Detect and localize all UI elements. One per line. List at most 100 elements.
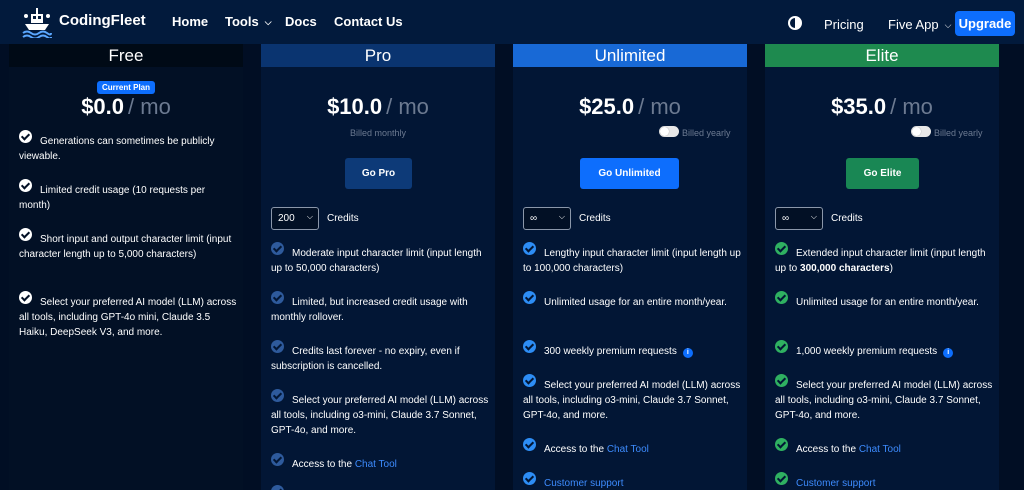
plan-card-elite: Elite $35.0/ mo Billed yearly Go Elite ∞… [765,44,999,490]
billing-toggle[interactable] [659,126,679,137]
credits-select[interactable]: ∞ ⌵ [775,207,823,230]
feature-item: Access to the Chat Tool [271,453,489,472]
credits-row: ∞ ⌵ Credits [523,207,611,230]
check-circle-icon [523,242,536,255]
price-amount: $10.0 [327,94,383,119]
billing-note: Billed monthly [349,128,407,138]
billing-toggle[interactable] [911,126,931,137]
feature-text: Extended input character limit (input le… [775,246,993,276]
feature-item: Customer support [775,472,993,490]
feature-text: Select your preferred AI model (LLM) acr… [775,380,993,421]
go-unlimited-button[interactable]: Go Unlimited [580,158,679,189]
feature-text: Generations can sometimes be publicly vi… [19,136,215,162]
info-icon[interactable]: i [943,348,954,358]
credits-row: ∞ ⌵ Credits [775,207,863,230]
chevron-down-icon: ⌵ [944,20,952,30]
feature-text-bold: 300,000 characters [800,263,890,274]
price-period: / mo [890,94,933,119]
nav-tools-dropdown[interactable]: Tools ⌵ [225,14,272,29]
brand-name[interactable]: CodingFleet [59,12,146,29]
nav-app-label: Five App [888,17,939,32]
chat-tool-link[interactable]: Chat Tool [859,444,901,455]
nav-contact-link[interactable]: Contact Us [334,14,403,29]
feature-item: Select your preferred AI model (LLM) acr… [19,291,237,340]
go-pro-button[interactable]: Go Pro [345,158,412,189]
feature-text: Access to the Chat Tool [271,457,489,472]
chevron-down-icon: ⌵ [306,212,313,221]
top-navbar: CodingFleet Home Tools ⌵ Docs Contact Us … [0,0,1024,44]
chat-prefix: Access to the [292,459,355,470]
premium-requests-text: 1,000 weekly premium requests [796,346,938,357]
chat-prefix: Access to the [796,444,859,455]
feature-text: Access to the Chat Tool [523,442,741,457]
upgrade-button[interactable]: Upgrade [955,11,1015,36]
plan-name: Free [9,44,243,67]
check-circle-icon [271,291,284,304]
feature-text: Select your preferred AI model (LLM) acr… [19,297,237,338]
chat-tool-link[interactable]: Chat Tool [355,459,397,470]
plan-name: Elite [765,44,999,67]
check-circle-icon [775,374,788,387]
nav-tools-label: Tools [225,14,259,29]
feature-item: Access to the Chat Tool [775,438,993,457]
feature-item: Extended input character limit (input le… [775,242,993,276]
credits-select-value: 200 [278,213,295,224]
chat-prefix: Access to the [544,444,607,455]
price-period: / mo [128,94,171,119]
feature-item: Access to the Chat Tool [523,438,741,457]
check-circle-icon [523,291,536,304]
check-circle-icon [523,438,536,451]
feature-item: Limited, but increased credit usage with… [271,291,489,325]
nav-home-link[interactable]: Home [172,14,208,29]
feature-text-suffix: ) [889,263,893,274]
ship-logo-icon[interactable] [22,6,52,38]
customer-support-link[interactable]: Customer support [775,476,993,490]
check-circle-icon [775,340,788,353]
plan-price: $10.0/ mo [261,94,495,120]
billing-note: Billed yearly [682,128,731,138]
feature-item: Select your preferred AI model (LLM) acr… [775,374,993,423]
feature-item: Moderate input character limit (input le… [271,242,489,276]
price-amount: $25.0 [579,94,635,119]
plan-card-unlimited: Unlimited $25.0/ mo Billed yearly Go Unl… [513,44,747,490]
feature-text: Credits last forever - no expiry, even i… [271,346,460,372]
credits-select[interactable]: ∞ ⌵ [523,207,571,230]
go-elite-button[interactable]: Go Elite [846,158,919,189]
check-circle-icon [523,472,536,485]
check-circle-icon [775,242,788,255]
credits-label: Credits [831,213,863,224]
credits-select-value: ∞ [782,213,790,224]
check-circle-icon [271,340,284,353]
plan-price: $0.0/ mo [9,94,243,120]
current-plan-badge: Current Plan [97,81,156,94]
feature-item: Unlimited usage for an entire month/year… [775,291,993,310]
check-circle-icon [271,453,284,466]
plan-price: $35.0/ mo [765,94,999,120]
info-icon[interactable]: i [682,348,693,358]
contrast-icon[interactable] [788,16,802,30]
nav-docs-link[interactable]: Docs [285,14,317,29]
check-circle-icon [271,242,284,255]
feature-item: Lengthy input character limit (input len… [523,242,741,276]
nav-pricing-link[interactable]: Pricing [824,17,864,32]
credits-select-value: ∞ [530,213,538,224]
price-period: / mo [386,94,429,119]
billing-note: Billed yearly [934,128,983,138]
credits-label: Credits [327,213,359,224]
credits-select[interactable]: 200 ⌵ [271,207,319,230]
check-circle-icon [775,438,788,451]
feature-item: 300 weekly premium requests i [523,340,741,359]
check-circle-icon [271,389,284,402]
nav-app-dropdown[interactable]: Five App ⌵ [888,17,951,32]
feature-text: Lengthy input character limit (input len… [523,248,741,274]
feature-text: 1,000 weekly premium requests i [775,344,993,359]
feature-text: Select your preferred AI model (LLM) acr… [523,380,741,421]
price-amount: $0.0 [81,94,125,119]
feature-text: Unlimited usage for an entire month/year… [796,297,979,308]
feature-item: Short input and output character limit (… [19,228,237,262]
feature-text: 300 weekly premium requests i [523,344,741,359]
customer-support-link[interactable]: Customer support [523,476,741,490]
chat-tool-link[interactable]: Chat Tool [607,444,649,455]
plan-name: Unlimited [513,44,747,67]
feature-item: Select your preferred AI model (LLM) acr… [271,389,489,438]
